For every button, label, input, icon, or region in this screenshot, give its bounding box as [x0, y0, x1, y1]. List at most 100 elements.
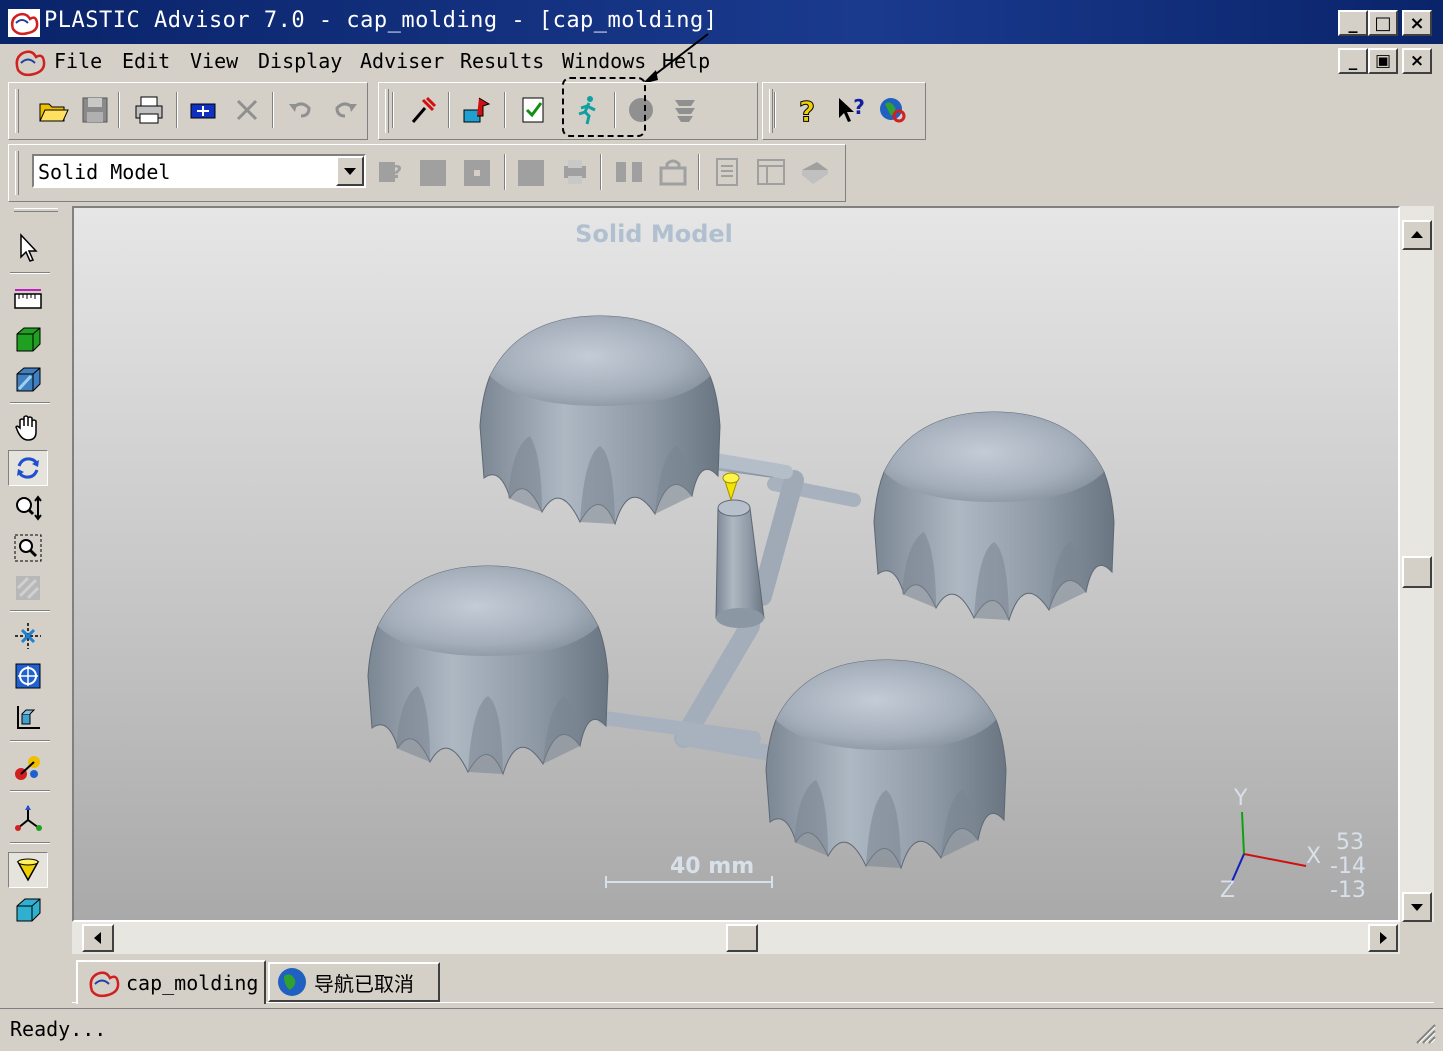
display-mode-f-button[interactable] — [654, 152, 692, 192]
book-button[interactable] — [796, 152, 834, 192]
shaded-block-icon — [420, 160, 446, 186]
scroll-left-button[interactable] — [82, 924, 114, 952]
horizontal-scrollbar[interactable] — [72, 922, 1400, 954]
mdi-close-button[interactable]: × — [1402, 48, 1432, 74]
resize-grip-icon[interactable] — [1413, 1021, 1437, 1045]
shaded-view-button[interactable] — [8, 362, 48, 398]
menu-display[interactable]: Display — [258, 49, 342, 73]
document-icon[interactable] — [12, 46, 46, 78]
document-tabs: cap_molding 导航已取消 — [72, 956, 1434, 1004]
send-button[interactable] — [184, 90, 222, 130]
wireframe-button[interactable] — [8, 892, 48, 928]
menu-edit[interactable]: Edit — [122, 49, 170, 73]
queue-button[interactable] — [666, 90, 704, 130]
close-button[interactable]: × — [1402, 10, 1432, 36]
status-text: Ready... — [10, 1017, 107, 1041]
minimize-button[interactable]: _ — [1338, 10, 1368, 36]
menu-file[interactable]: File — [54, 49, 102, 73]
tab-navigation-cancelled[interactable]: 导航已取消 — [268, 962, 440, 1002]
center-block-icon — [464, 160, 490, 186]
cone-icon — [16, 858, 40, 882]
toolbar-grip[interactable] — [14, 208, 58, 212]
print-icon — [135, 96, 163, 124]
zoom-fit-button[interactable] — [8, 570, 48, 606]
display-mode-e-button[interactable] — [610, 152, 648, 192]
toolbar-separator — [10, 610, 50, 612]
gate-location-button[interactable] — [458, 90, 496, 130]
arrow-up-icon — [1411, 231, 1423, 238]
display-mode-a-button[interactable] — [414, 152, 452, 192]
model-viewport[interactable]: Solid Model 40 mm Y X Z 53 -14 -13 — [72, 206, 1400, 922]
close-icon: × — [1409, 12, 1425, 34]
undo-button[interactable] — [282, 90, 320, 130]
injection-location-button[interactable] — [8, 852, 48, 888]
gate-location-icon — [463, 97, 491, 123]
reset-view-button[interactable] — [8, 658, 48, 694]
redo-button[interactable] — [326, 90, 364, 130]
context-help-button[interactable]: ? — [832, 90, 870, 130]
mdi-minimize-button[interactable]: _ — [1338, 48, 1368, 74]
check-button[interactable] — [514, 90, 552, 130]
scroll-up-button[interactable] — [1402, 220, 1432, 250]
toolbar-grip[interactable] — [15, 89, 19, 133]
dropdown-arrow-button[interactable] — [336, 156, 364, 186]
menu-adviser[interactable]: Adviser — [360, 49, 444, 73]
toolbar-grip[interactable] — [385, 89, 389, 133]
view-plane-button[interactable] — [8, 700, 48, 736]
tab-cap-molding[interactable]: cap_molding — [76, 960, 266, 1004]
menu-results[interactable]: Results — [460, 49, 544, 73]
title-bar: PLASTIC Advisor 7.0 - cap_molding - [cap… — [0, 0, 1443, 44]
measure-tool-button[interactable] — [8, 282, 48, 318]
display-query-button[interactable]: ? — [372, 152, 410, 192]
zoom-window-button[interactable] — [8, 530, 48, 566]
cap-molding-model — [367, 315, 1307, 888]
solid-block-icon — [518, 160, 544, 186]
report-icon — [716, 158, 738, 186]
multi-cavity-button[interactable] — [8, 750, 48, 786]
ruler-icon — [14, 289, 42, 309]
horizontal-scroll-thumb[interactable] — [726, 924, 758, 952]
menu-view[interactable]: View — [190, 49, 238, 73]
view-angle-1: 53 — [1336, 830, 1364, 855]
scroll-corner — [1400, 922, 1434, 954]
pan-tool-button[interactable] — [8, 410, 48, 446]
vertical-scrollbar[interactable] — [1400, 206, 1434, 922]
print-button[interactable] — [130, 90, 168, 130]
pick-button[interactable] — [404, 90, 442, 130]
annotation-arrow-icon — [642, 33, 709, 84]
toolbar-separator — [118, 92, 120, 128]
lock-icon — [659, 159, 687, 186]
svg-text:?: ? — [799, 95, 815, 126]
delete-button[interactable] — [228, 90, 266, 130]
open-button[interactable] — [34, 90, 72, 130]
mdi-restore-button[interactable]: ▣ — [1368, 48, 1398, 74]
display-mode-c-button[interactable] — [512, 152, 550, 192]
rotate-tool-button[interactable] — [8, 450, 48, 486]
toolbar-grip[interactable] — [15, 151, 19, 195]
display-mode-d-button[interactable] — [556, 152, 594, 192]
save-button[interactable] — [76, 90, 114, 130]
axis-x-line — [1243, 853, 1307, 867]
display-mode-select[interactable]: Solid Model — [32, 154, 366, 188]
center-view-button[interactable] — [8, 618, 48, 654]
report-table-button[interactable] — [752, 152, 790, 192]
display-mode-b-button[interactable] — [458, 152, 496, 192]
zoom-tool-button[interactable] — [8, 490, 48, 526]
toolbar-grip[interactable] — [769, 89, 773, 133]
solid-view-button[interactable] — [8, 322, 48, 358]
delete-icon — [236, 99, 258, 121]
scroll-right-button[interactable] — [1368, 924, 1398, 952]
select-tool-button[interactable] — [8, 230, 48, 266]
scroll-down-button[interactable] — [1402, 892, 1432, 922]
maximize-button[interactable]: □ — [1368, 10, 1398, 36]
axes-icon — [15, 805, 42, 831]
toolbar-separator — [176, 92, 178, 128]
vertical-scroll-thumb[interactable] — [1402, 556, 1432, 588]
axes-button[interactable] — [8, 800, 48, 836]
report-button[interactable] — [708, 152, 746, 192]
help-button[interactable]: ? — [788, 90, 826, 130]
toolbar-separator — [392, 92, 394, 128]
web-help-button[interactable] — [874, 90, 912, 130]
chevron-down-icon — [344, 168, 356, 175]
menu-windows[interactable]: Windows — [562, 49, 646, 73]
